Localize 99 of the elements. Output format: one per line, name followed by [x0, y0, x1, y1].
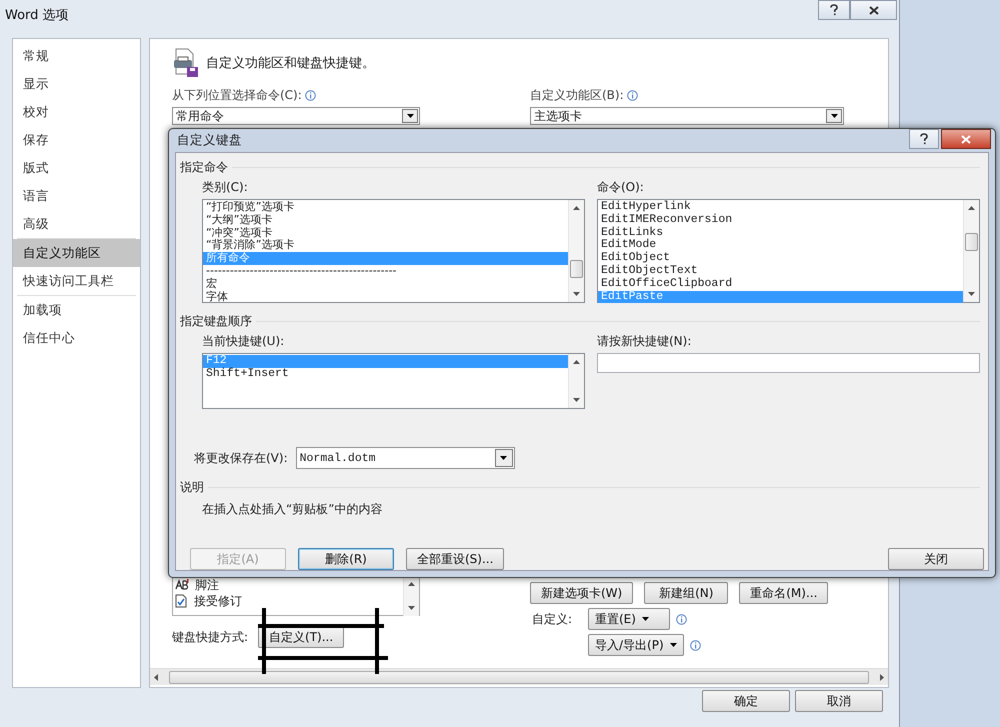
field-label: 自定义: — [532, 610, 574, 628]
dialog-button[interactable]: 删除(R) — [298, 548, 394, 570]
tab-button[interactable]: 重命名(M)... — [739, 582, 828, 604]
caret-icon — [642, 617, 649, 621]
list-item[interactable]: EditHyperlink — [598, 201, 963, 214]
close-button[interactable] — [850, 0, 897, 20]
sidebar-item[interactable]: 高级 — [13, 210, 140, 238]
sidebar-item[interactable]: 信任中心 — [13, 324, 140, 352]
field-label: 命令(O): — [597, 179, 645, 196]
scroll-right-arrow-icon[interactable] — [880, 674, 884, 680]
field-label: 从下列位置选择命令(C): — [172, 87, 302, 104]
close-icon — [868, 6, 878, 14]
dialog-title: 自定义键盘 — [177, 132, 242, 149]
list-item[interactable]: EditMode — [598, 239, 963, 252]
group-heading: 指定键盘顺序 — [180, 312, 252, 330]
scroll-up-arrow-icon[interactable] — [573, 360, 580, 364]
scroll-down-arrow-icon[interactable] — [573, 398, 580, 402]
field-label: 类别(C): — [202, 179, 249, 196]
list-item[interactable]: “大纲”选项卡 — [203, 214, 568, 227]
field-label: 自定义功能区(B): — [530, 87, 624, 104]
help-button[interactable] — [909, 129, 939, 149]
dropdown[interactable]: 常用命令 — [172, 107, 420, 125]
list-item[interactable]: Shift+Insert — [203, 368, 568, 381]
help-button[interactable] — [818, 0, 850, 20]
sidebar-item[interactable]: 常规 — [13, 42, 140, 70]
scroll-up-arrow-icon[interactable] — [573, 206, 580, 210]
help-icon — [830, 4, 838, 16]
command-list[interactable]: EditHyperlink EditIMEReconversion EditLinks EditMode EditObject EditObjectText EditOfficeClipboard EditPaste — [597, 199, 980, 303]
tab-button[interactable]: 新建组(N) — [644, 582, 728, 604]
sidebar-item[interactable]: 保存 — [13, 126, 140, 154]
tab-button[interactable]: 新建选项卡(W) — [530, 582, 634, 604]
close-button[interactable] — [941, 129, 991, 149]
info-icon — [690, 640, 701, 650]
info-icon — [304, 90, 316, 101]
list-item[interactable]: 字体 — [203, 290, 568, 304]
list-item[interactable]: ------------------------------------------------ — [203, 264, 568, 278]
scroll-up-arrow-icon[interactable] — [408, 582, 415, 586]
footnote-icon — [175, 579, 189, 591]
close-icon — [961, 134, 971, 144]
sidebar-item[interactable]: 显示 — [13, 70, 140, 98]
printer-icon — [172, 48, 200, 78]
sidebar-item[interactable]: 加载项 — [13, 296, 140, 324]
info-icon — [626, 90, 638, 101]
scroll-down-arrow-icon[interactable] — [573, 292, 580, 296]
import-export-button[interactable]: 导入/导出(P) — [588, 634, 684, 656]
sidebar-item[interactable]: 快速访问工具栏 — [13, 267, 140, 295]
scroll-down-arrow-icon[interactable] — [408, 606, 415, 610]
scrollbar[interactable] — [963, 200, 979, 302]
scroll-up-arrow-icon[interactable] — [968, 206, 975, 210]
list-item[interactable]: “打印预览”选项卡 — [203, 201, 568, 214]
dropdown-arrow-icon — [500, 456, 508, 460]
list-item[interactable]: 接受修订 — [194, 592, 242, 610]
sidebar-item[interactable]: 语言 — [13, 182, 140, 210]
field-label: 键盘快捷方式: — [172, 628, 248, 646]
list-item[interactable]: 宏 — [203, 278, 568, 291]
dropdown-arrow-icon — [406, 114, 414, 118]
sidebar-item[interactable]: 校对 — [13, 98, 140, 126]
sidebar-item[interactable]: 版式 — [13, 154, 140, 182]
list-item[interactable]: “冲突”选项卡 — [203, 226, 568, 240]
dialog-button[interactable]: 关闭 — [888, 548, 984, 570]
window-title: Word 选项 — [4, 7, 69, 24]
group-heading: 说明 — [180, 478, 204, 496]
list-item[interactable]: EditObject — [598, 252, 963, 265]
dialog-button[interactable]: 全部重设(S)... — [406, 548, 504, 570]
scroll-left-arrow-icon[interactable] — [154, 674, 158, 680]
scrollbar[interactable] — [568, 354, 584, 408]
dropdown-arrow-icon — [830, 114, 838, 118]
description-text: 在插入点处插入“剪贴板”中的内容 — [202, 502, 382, 516]
list-item[interactable]: 脚注 — [195, 576, 219, 594]
scrollbar[interactable] — [150, 668, 888, 685]
dialog-button[interactable]: 取消 — [795, 690, 883, 712]
shortcut-input-field[interactable] — [597, 353, 980, 373]
scroll-thumb[interactable] — [965, 233, 978, 251]
reset-button[interactable]: 重置(E) — [588, 608, 670, 630]
field-label: 当前快捷键(U): — [202, 333, 286, 350]
list-item[interactable]: “背景消除”选项卡 — [203, 239, 568, 252]
scroll-thumb[interactable] — [570, 260, 583, 278]
field-label: 请按新快捷键(N): — [597, 333, 692, 350]
dropdown[interactable]: Normal.dotm — [296, 447, 515, 469]
sidebar-item[interactable]: 自定义功能区 — [13, 239, 140, 267]
document-check-icon — [175, 594, 188, 608]
category-list[interactable]: “打印预览”选项卡 “大纲”选项卡 “冲突”选项卡 “背景消除”选项卡 所有命令 ------------------------------------------------ 宏 字体 — [202, 199, 585, 303]
list-item[interactable]: EditIMEReconversion — [598, 214, 963, 227]
dropdown[interactable]: 主选项卡 — [530, 107, 844, 125]
dialog-button[interactable]: 确定 — [702, 690, 790, 712]
group-heading: 指定命令 — [180, 158, 228, 176]
scroll-thumb[interactable] — [169, 670, 869, 684]
section-heading: 自定义功能区和键盘快捷键。 — [206, 55, 375, 72]
scrollbar[interactable] — [568, 200, 584, 302]
info-icon — [676, 614, 687, 624]
scrollbar[interactable] — [403, 576, 419, 616]
list-item[interactable]: EditOfficeClipboard — [598, 278, 963, 291]
list-item[interactable]: EditLinks — [598, 226, 963, 240]
caret-icon — [670, 643, 677, 647]
field-label: 将更改保存在(V): — [194, 450, 288, 466]
help-icon — [920, 133, 928, 145]
shortcut-list[interactable]: F12 Shift+Insert — [202, 353, 585, 409]
list-item[interactable]: EditObjectText — [598, 264, 963, 278]
scroll-down-arrow-icon[interactable] — [968, 292, 975, 296]
